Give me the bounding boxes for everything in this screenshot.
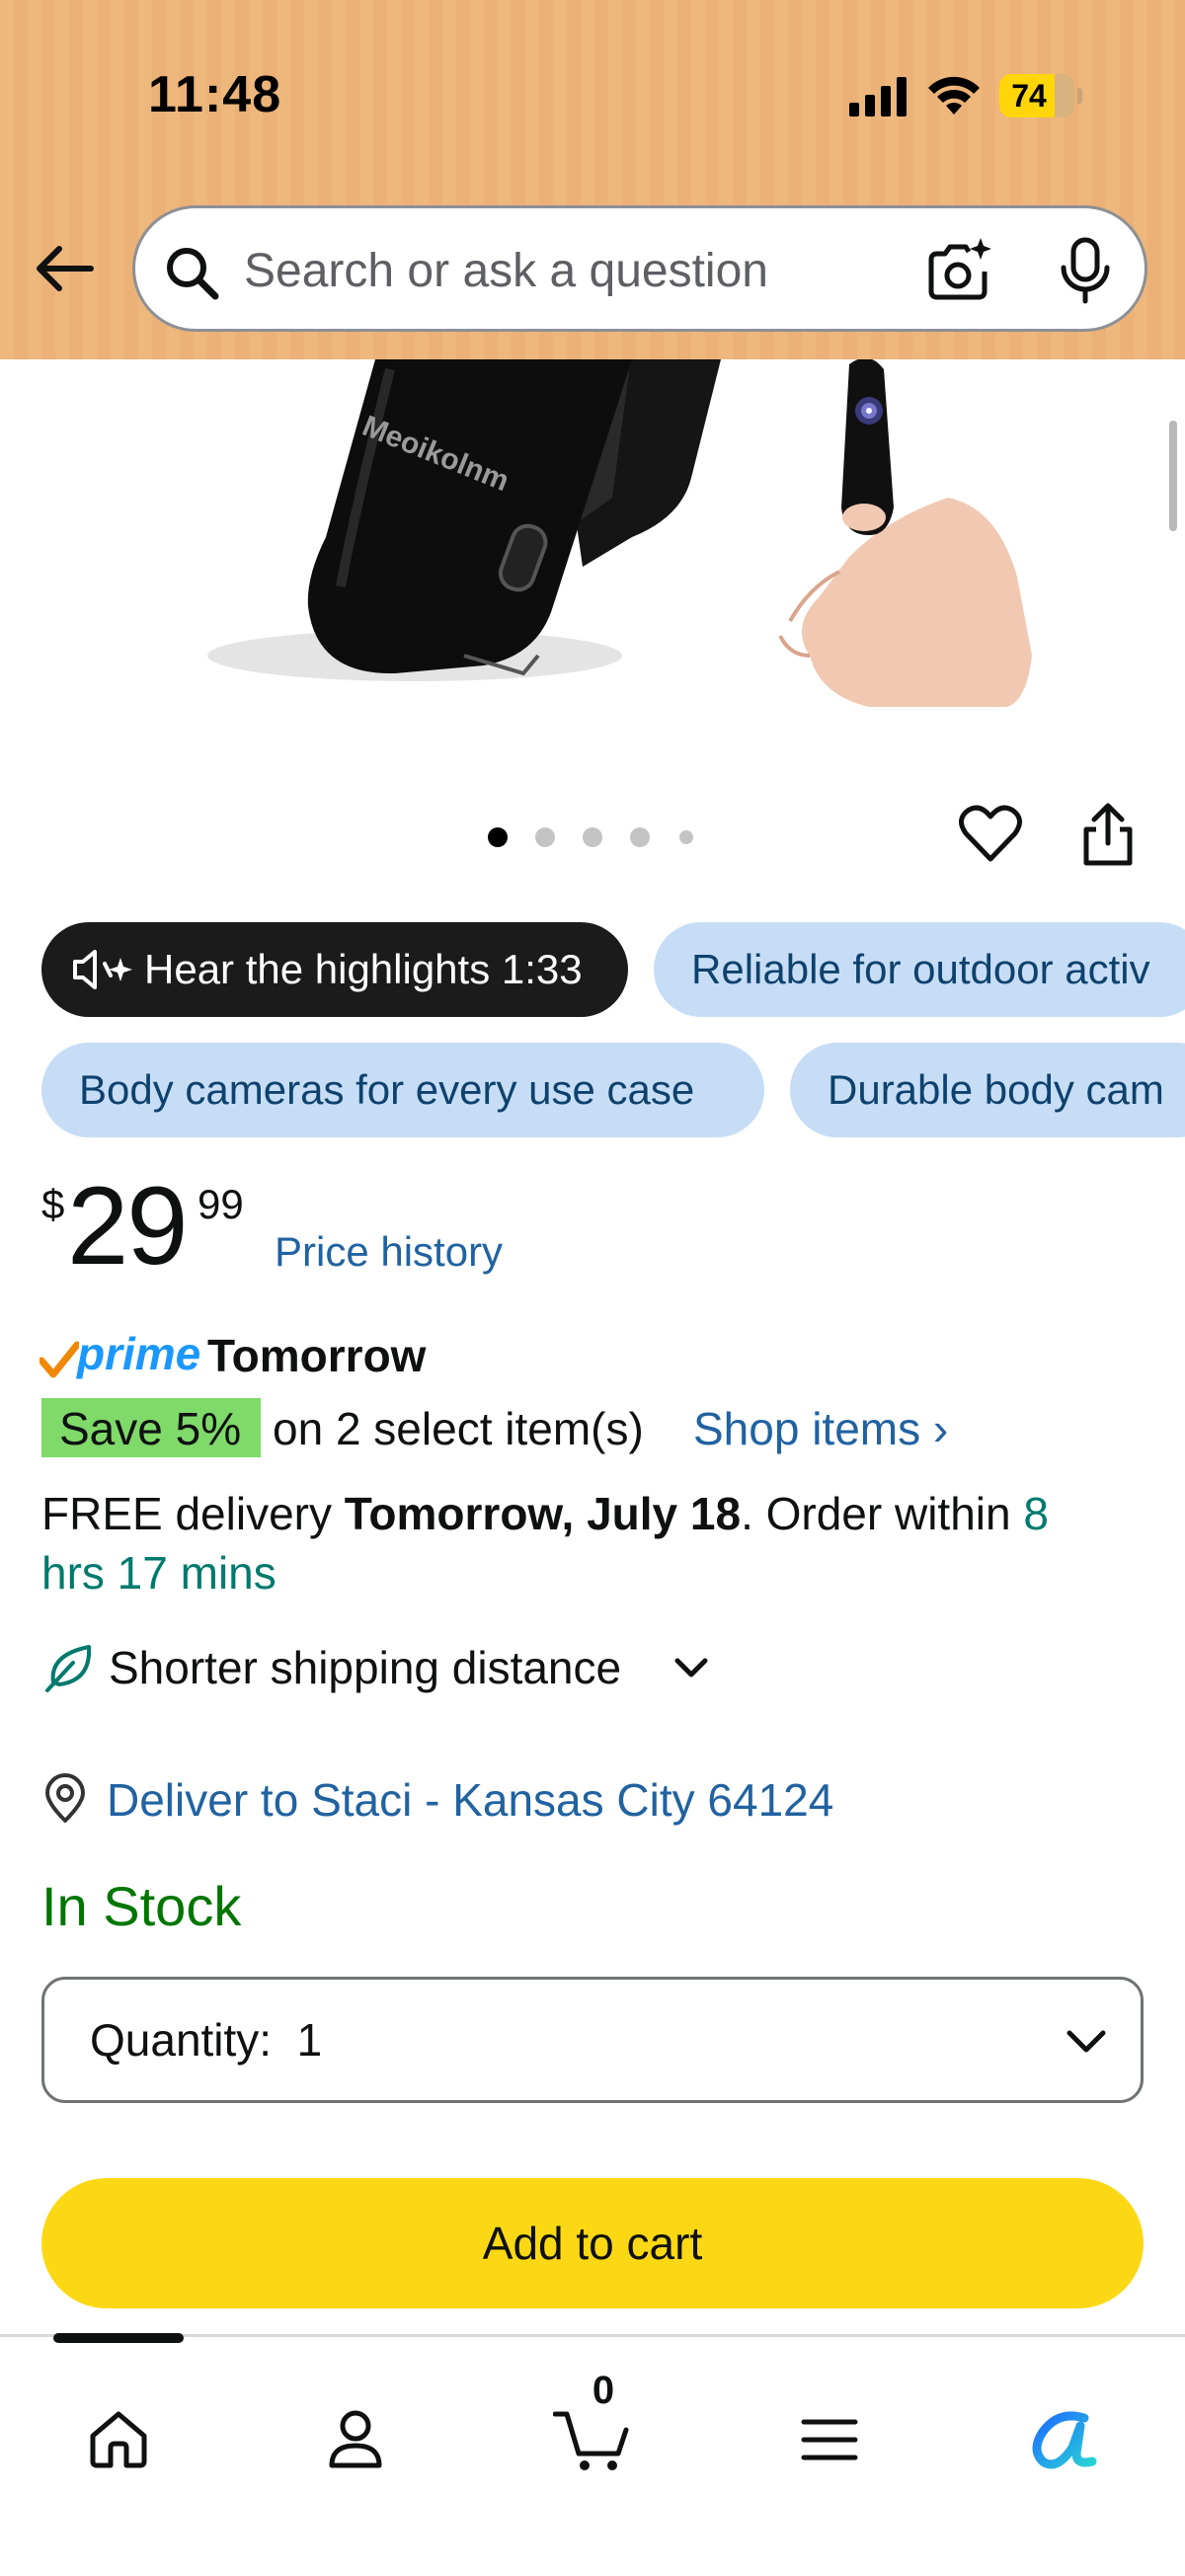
add-to-cart-button[interactable]: Add to cart bbox=[41, 2178, 1144, 2308]
location-pin-icon bbox=[45, 1773, 85, 1823]
account-icon[interactable] bbox=[324, 2408, 387, 2471]
search-icon bbox=[167, 248, 219, 300]
scrollbar[interactable] bbox=[1169, 421, 1177, 531]
shipping-distance-toggle[interactable]: Shorter shipping distance bbox=[109, 1639, 621, 1696]
wifi-icon bbox=[928, 76, 980, 115]
menu-icon[interactable] bbox=[798, 2408, 861, 2471]
search-input[interactable]: Search or ask a question bbox=[244, 244, 768, 299]
delivery-middle: . Order within bbox=[741, 1488, 1024, 1539]
shop-items-link[interactable]: Shop items › bbox=[693, 1400, 948, 1457]
cart-icon[interactable] bbox=[553, 2408, 632, 2471]
pagination-dot[interactable] bbox=[630, 827, 650, 847]
hear-highlights-button[interactable]: Hear the highlights 1:33 bbox=[41, 922, 628, 1017]
battery-icon: 74 bbox=[999, 74, 1082, 117]
active-tab-indicator bbox=[53, 2333, 184, 2343]
chip-outdoor-label: Reliable for outdoor activ bbox=[691, 946, 1150, 992]
price-history-link[interactable]: Price history bbox=[275, 1228, 503, 1276]
chevron-down-icon bbox=[1066, 2030, 1106, 2053]
quantity-selector[interactable]: Quantity: 1 bbox=[41, 1977, 1144, 2103]
price-whole: 29 bbox=[67, 1164, 189, 1288]
delivery-date: Tomorrow, July 18 bbox=[344, 1488, 742, 1539]
top-header: 11:48 74 Search or ask a question bbox=[0, 0, 1185, 359]
prime-logo: prime bbox=[77, 1328, 201, 1379]
camera-search-icon[interactable] bbox=[923, 234, 994, 305]
leaf-icon bbox=[45, 1645, 92, 1692]
chip-durable-label: Durable body cam bbox=[828, 1066, 1164, 1113]
share-icon[interactable] bbox=[1080, 802, 1136, 867]
pagination-dot[interactable] bbox=[535, 827, 555, 847]
delivery-prefix: FREE delivery bbox=[41, 1488, 345, 1539]
pagination-dot[interactable] bbox=[488, 827, 508, 847]
hear-highlights-label: Hear the highlights 1:33 bbox=[144, 946, 583, 992]
status-time: 11:48 bbox=[148, 66, 282, 123]
quantity-label: Quantity: 1 bbox=[90, 2014, 323, 2066]
save-badge-text: Save 5% bbox=[59, 1403, 242, 1454]
microphone-icon[interactable] bbox=[1054, 236, 1117, 305]
product-image[interactable]: Meoikolnm bbox=[0, 359, 1185, 735]
search-bar[interactable]: Search or ask a question bbox=[132, 205, 1147, 332]
cellular-signal-icon bbox=[849, 77, 907, 117]
chip-use-case[interactable]: Body cameras for every use case bbox=[41, 1043, 764, 1137]
delivery-countdown-hours: 8 bbox=[1023, 1488, 1049, 1539]
chip-use-case-label: Body cameras for every use case bbox=[79, 1066, 695, 1113]
audio-sparkle-icon bbox=[73, 950, 132, 989]
chip-outdoor[interactable]: Reliable for outdoor activ bbox=[654, 922, 1185, 1017]
battery-percent: 74 bbox=[1011, 78, 1047, 114]
stock-status: In Stock bbox=[41, 1875, 242, 1937]
promo-text: on 2 select item(s) bbox=[273, 1403, 644, 1454]
product-photo: Meoikolnm bbox=[207, 359, 1032, 707]
heart-icon[interactable] bbox=[958, 804, 1023, 865]
cart-count: 0 bbox=[592, 2369, 615, 2412]
chevron-down-icon[interactable] bbox=[672, 1649, 711, 1688]
quantity-value: 1 bbox=[296, 2014, 323, 2066]
prime-check-icon bbox=[40, 1341, 79, 1378]
arrow-left-icon[interactable] bbox=[30, 233, 101, 304]
prime-delivery: Tomorrow bbox=[207, 1330, 427, 1381]
chip-durable[interactable]: Durable body cam bbox=[790, 1043, 1185, 1137]
bottom-nav: 0 bbox=[0, 2333, 1185, 2576]
home-icon[interactable] bbox=[87, 2408, 150, 2471]
price-symbol: $ bbox=[41, 1181, 65, 1227]
add-to-cart-label: Add to cart bbox=[482, 2218, 703, 2269]
delivery-countdown: hrs 17 mins bbox=[41, 1547, 276, 1599]
pagination-dot[interactable] bbox=[583, 827, 602, 847]
rufus-icon[interactable] bbox=[1029, 2408, 1100, 2471]
deliver-to-link[interactable]: Deliver to Staci - Kansas City 64124 bbox=[107, 1771, 833, 1829]
price-fraction: 99 bbox=[198, 1181, 244, 1227]
pagination-dot[interactable] bbox=[679, 830, 693, 844]
delivery-info: FREE delivery Tomorrow, July 18. Order w… bbox=[41, 1485, 1049, 1542]
